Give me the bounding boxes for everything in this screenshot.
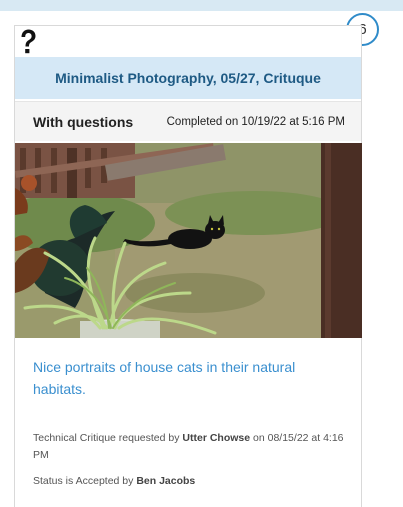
requester-name: Utter Chowse — [182, 432, 251, 444]
top-banner — [0, 0, 403, 11]
request-prefix: Technical Critique requested by — [33, 432, 183, 444]
acceptance-prefix: Status is Accepted by — [33, 475, 137, 487]
acceptance-info: Status is Accepted by Ben Jacobs — [33, 473, 353, 490]
completed-timestamp: Completed on 10/19/22 at 5:16 PM — [166, 115, 345, 128]
card-title[interactable]: Minimalist Photography, 05/27, Crituque — [15, 57, 361, 99]
status-row: With questions Completed on 10/19/22 at … — [15, 101, 361, 141]
question-mark-icon[interactable] — [18, 28, 38, 56]
accepter-name: Ben Jacobs — [136, 475, 196, 487]
critique-card[interactable]: Minimalist Photography, 05/27, Crituque … — [14, 25, 362, 507]
critique-photo[interactable] — [15, 143, 362, 338]
request-info: Technical Critique requested by Utter Ch… — [33, 430, 353, 464]
status-label: With questions — [33, 113, 134, 130]
critique-description[interactable]: Nice portraits of house cats in their na… — [33, 356, 333, 400]
